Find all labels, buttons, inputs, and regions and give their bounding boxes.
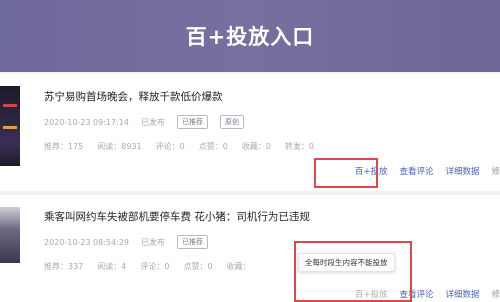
highlight-box	[294, 241, 412, 302]
article-card: 乘客叫网约车失被部机要停车费 花小猪：司机行为已违规 2020-10-23 08…	[0, 195, 500, 302]
stat-read: 阅读：4	[97, 262, 127, 271]
stat-favorite: 收藏：	[226, 262, 251, 271]
article-thumbnail	[0, 207, 20, 263]
stat-comment: 评论：0	[155, 142, 185, 151]
tag-original: 原创	[219, 115, 244, 129]
stat-read: 阅读：8931	[97, 142, 142, 151]
article-title[interactable]: 乘客叫网约车失被部机要停车费 花小猪：司机行为已违规	[44, 209, 310, 224]
article-stats: 推荐：337 阅读：4 评论：0 点赞：0 收藏：	[44, 261, 265, 272]
article-meta: 2020-10-23 09:17:14 已发布 已推荐 原创	[44, 115, 256, 129]
article-status: 已发布	[140, 237, 165, 247]
highlight-box	[314, 158, 378, 188]
article-card: 苏宁易购首场晚会，释放千款低价爆款 2020-10-23 09:17:14 已发…	[0, 74, 500, 191]
stat-share: 转发：0	[284, 142, 315, 151]
tag-recommended: 已推荐	[176, 115, 208, 129]
stat-favorite: 收藏：0	[241, 142, 271, 151]
article-meta: 2020-10-23 08:54:29 已发布 已推荐	[44, 235, 220, 249]
article-datetime: 2020-10-23 08:54:29	[44, 237, 129, 247]
detail-data-link[interactable]: 详细数据	[445, 165, 479, 177]
stat-like: 点赞：0	[183, 262, 213, 271]
edit-link[interactable]: 修	[491, 288, 500, 300]
edit-link[interactable]: 修	[491, 165, 500, 177]
stat-like: 点赞：0	[198, 142, 228, 151]
article-title[interactable]: 苏宁易购首场晚会，释放千款低价爆款	[44, 89, 223, 104]
view-comments-link[interactable]: 查看评论	[399, 165, 433, 177]
article-datetime: 2020-10-23 09:17:14	[44, 117, 129, 127]
stat-comment: 评论：0	[140, 262, 170, 271]
stat-recommend: 推荐：337	[44, 262, 84, 271]
detail-data-link[interactable]: 详细数据	[445, 288, 479, 300]
article-thumbnail	[0, 86, 20, 166]
tag-recommended: 已推荐	[176, 235, 208, 249]
article-stats: 推荐：175 阅读：8931 评论：0 点赞：0 收藏：0 转发：0	[44, 141, 328, 152]
stat-recommend: 推荐：175	[44, 142, 84, 151]
page-title: 百+投放入口	[185, 25, 315, 49]
page-header: 百+投放入口	[0, 0, 500, 72]
article-status: 已发布	[140, 117, 165, 127]
